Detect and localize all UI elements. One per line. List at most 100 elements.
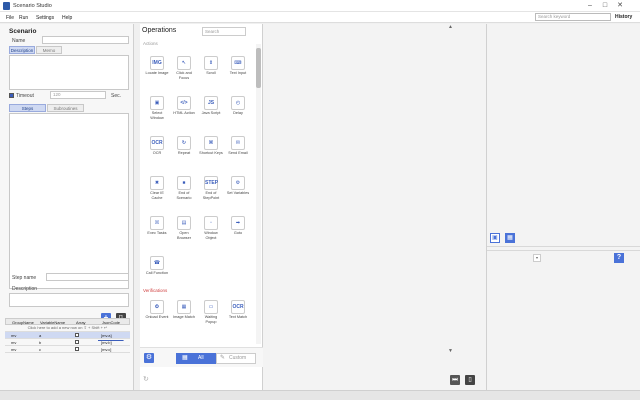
operation-select-window[interactable]: ▣Select Window bbox=[145, 96, 169, 120]
operation-repeat[interactable]: ↻Repeat bbox=[172, 136, 196, 156]
operation-onload-event[interactable]: ⏲Onload Event bbox=[145, 300, 169, 320]
trash-icon: ▯ bbox=[468, 377, 471, 383]
step-name-label: Step name bbox=[12, 275, 36, 281]
operation-icon: ⌘ bbox=[204, 136, 218, 150]
scenario-name-input[interactable] bbox=[42, 36, 129, 44]
operation-scroll[interactable]: ⇕Scroll bbox=[199, 56, 223, 76]
operation-delay[interactable]: ◴Delay bbox=[226, 96, 250, 116]
actions-section-label: Actions bbox=[143, 41, 158, 46]
operation-label: Send Email bbox=[226, 151, 250, 156]
delete-canvas-button[interactable]: ▯ bbox=[465, 375, 475, 385]
operation-label: End of Scenario bbox=[172, 191, 196, 200]
operation-icon: IMG bbox=[150, 56, 164, 70]
operation-label: Exec Tasks bbox=[145, 231, 169, 236]
properties-panel: ▣ ▦ ▾ ? bbox=[486, 24, 640, 390]
operation-set-variables[interactable]: ⚙Set Variables bbox=[226, 176, 250, 196]
operation-icon: OCR bbox=[231, 300, 245, 314]
operation-icon: STEP bbox=[204, 176, 218, 190]
window-title: Scenario Studio bbox=[13, 3, 52, 9]
operation-locate-image[interactable]: IMGLocate Image bbox=[145, 56, 169, 76]
operation-java-script[interactable]: JSJava Script bbox=[199, 96, 223, 116]
tab-description[interactable]: Description bbox=[9, 46, 35, 54]
title-bar: Scenario Studio – □ ✕ bbox=[0, 0, 640, 12]
chevron-down-icon: ▾ bbox=[536, 255, 538, 260]
filter-custom-button[interactable]: ✎ Custom bbox=[216, 353, 256, 364]
operation-text-match[interactable]: OCRText Match bbox=[226, 300, 250, 320]
question-icon: ? bbox=[617, 254, 621, 261]
scroll-thumb[interactable] bbox=[256, 48, 261, 88]
operation-send-email[interactable]: ✉Send Email bbox=[226, 136, 250, 156]
scroll-down-icon[interactable]: ▼ bbox=[448, 348, 453, 354]
refresh-icon[interactable]: ↻ bbox=[143, 375, 149, 383]
operation-shortcut-keys[interactable]: ⌘Shortcut Keys bbox=[199, 136, 223, 156]
name-label: Name bbox=[12, 38, 25, 44]
operation-label: Call Function bbox=[145, 271, 169, 276]
operation-icon: ☒ bbox=[150, 216, 164, 230]
timeout-input[interactable]: 120 bbox=[50, 91, 106, 99]
operation-waiting-popup[interactable]: ▭Waiting Popup bbox=[199, 300, 223, 324]
filter-all-button[interactable]: ▦ All bbox=[176, 353, 216, 364]
operation-label: End of StepPoint bbox=[199, 191, 223, 200]
operation-icon: OCR bbox=[150, 136, 164, 150]
operation-label: Goto bbox=[226, 231, 250, 236]
help-button[interactable]: ? bbox=[614, 253, 624, 263]
image-button[interactable]: ▦ bbox=[505, 233, 515, 243]
operation-label: Image Match bbox=[172, 315, 196, 320]
tab-memo[interactable]: Memo bbox=[36, 46, 62, 54]
operation-window-object[interactable]: ▫Window Object bbox=[199, 216, 223, 240]
settings-gear-button[interactable]: ⚙ bbox=[144, 353, 154, 363]
timeout-label: Timeout bbox=[16, 93, 34, 99]
tab-steps[interactable]: Steps bbox=[9, 104, 46, 112]
menu-file[interactable]: File bbox=[6, 15, 14, 21]
scenario-canvas[interactable]: ▲ ▼ ⏭ ▯ bbox=[263, 24, 486, 390]
operation-ocr[interactable]: OCROCR bbox=[145, 136, 169, 156]
capture-button[interactable]: ▣ bbox=[490, 233, 500, 243]
operation-icon: ▭ bbox=[204, 300, 218, 314]
step-name-input[interactable] bbox=[46, 273, 129, 281]
operation-image-match[interactable]: ▦Image Match bbox=[172, 300, 196, 320]
operation-clear-ie-cache[interactable]: ✖Clear IE Cache bbox=[145, 176, 169, 200]
operation-label: Clear IE Cache bbox=[145, 191, 169, 200]
grid-icon: ▦ bbox=[182, 353, 188, 364]
array-checkbox[interactable] bbox=[75, 333, 79, 337]
operations-scrollbar[interactable] bbox=[256, 44, 261, 344]
table-row[interactable]: mv a [mv.a] bbox=[5, 332, 130, 339]
step-description-input[interactable] bbox=[9, 293, 129, 307]
history-button[interactable]: History bbox=[615, 14, 632, 20]
menu-help[interactable]: Help bbox=[62, 15, 72, 21]
operation-call-function[interactable]: ☎Call Function bbox=[145, 256, 169, 276]
maximize-button[interactable]: □ bbox=[598, 1, 612, 11]
operation-icon: ⏲ bbox=[150, 300, 164, 314]
operation-end-of-scenario[interactable]: ⏹End of Scenario bbox=[172, 176, 196, 200]
dropdown-toggle[interactable]: ▾ bbox=[533, 254, 541, 262]
steps-list[interactable] bbox=[9, 113, 129, 289]
scroll-up-icon[interactable]: ▲ bbox=[448, 24, 453, 30]
operation-goto[interactable]: ➡Goto bbox=[226, 216, 250, 236]
operation-text-input[interactable]: ⌨Text Input bbox=[226, 56, 250, 76]
table-row[interactable]: mv b [mv.b] bbox=[5, 339, 130, 346]
close-button[interactable]: ✕ bbox=[613, 1, 627, 11]
operation-html-action[interactable]: </>HTML Action bbox=[172, 96, 196, 116]
operations-search-input[interactable]: Search bbox=[202, 27, 246, 36]
operation-label: OCR bbox=[145, 151, 169, 156]
operation-icon: JS bbox=[204, 96, 218, 110]
menu-run[interactable]: Run bbox=[19, 15, 28, 21]
run-to-end-button[interactable]: ⏭ bbox=[450, 375, 460, 385]
minimize-button[interactable]: – bbox=[583, 1, 597, 11]
operation-click-and-focus[interactable]: ↖Click and Focus bbox=[172, 56, 196, 80]
menu-settings[interactable]: Settings bbox=[36, 15, 54, 21]
timeout-checkbox[interactable] bbox=[9, 93, 14, 98]
table-row[interactable]: mv c [mv.c] bbox=[5, 346, 130, 353]
operation-exec-tasks[interactable]: ☒Exec Tasks bbox=[145, 216, 169, 236]
description-textarea[interactable] bbox=[9, 55, 129, 90]
operation-open-browser[interactable]: ▤Open Browser bbox=[172, 216, 196, 240]
global-search-input[interactable]: Search keyword bbox=[535, 13, 611, 21]
app-logo-icon bbox=[3, 2, 10, 10]
array-checkbox[interactable] bbox=[75, 340, 79, 344]
divider bbox=[487, 246, 640, 247]
tab-subroutines[interactable]: Subroutines bbox=[47, 104, 84, 112]
add-row-hint[interactable]: Click here to add a new row on ⇧ + Shift… bbox=[5, 325, 130, 332]
operation-label: Text Match bbox=[226, 315, 250, 320]
operation-end-of-steppoint[interactable]: STEPEnd of StepPoint bbox=[199, 176, 223, 200]
array-checkbox[interactable] bbox=[75, 347, 79, 351]
